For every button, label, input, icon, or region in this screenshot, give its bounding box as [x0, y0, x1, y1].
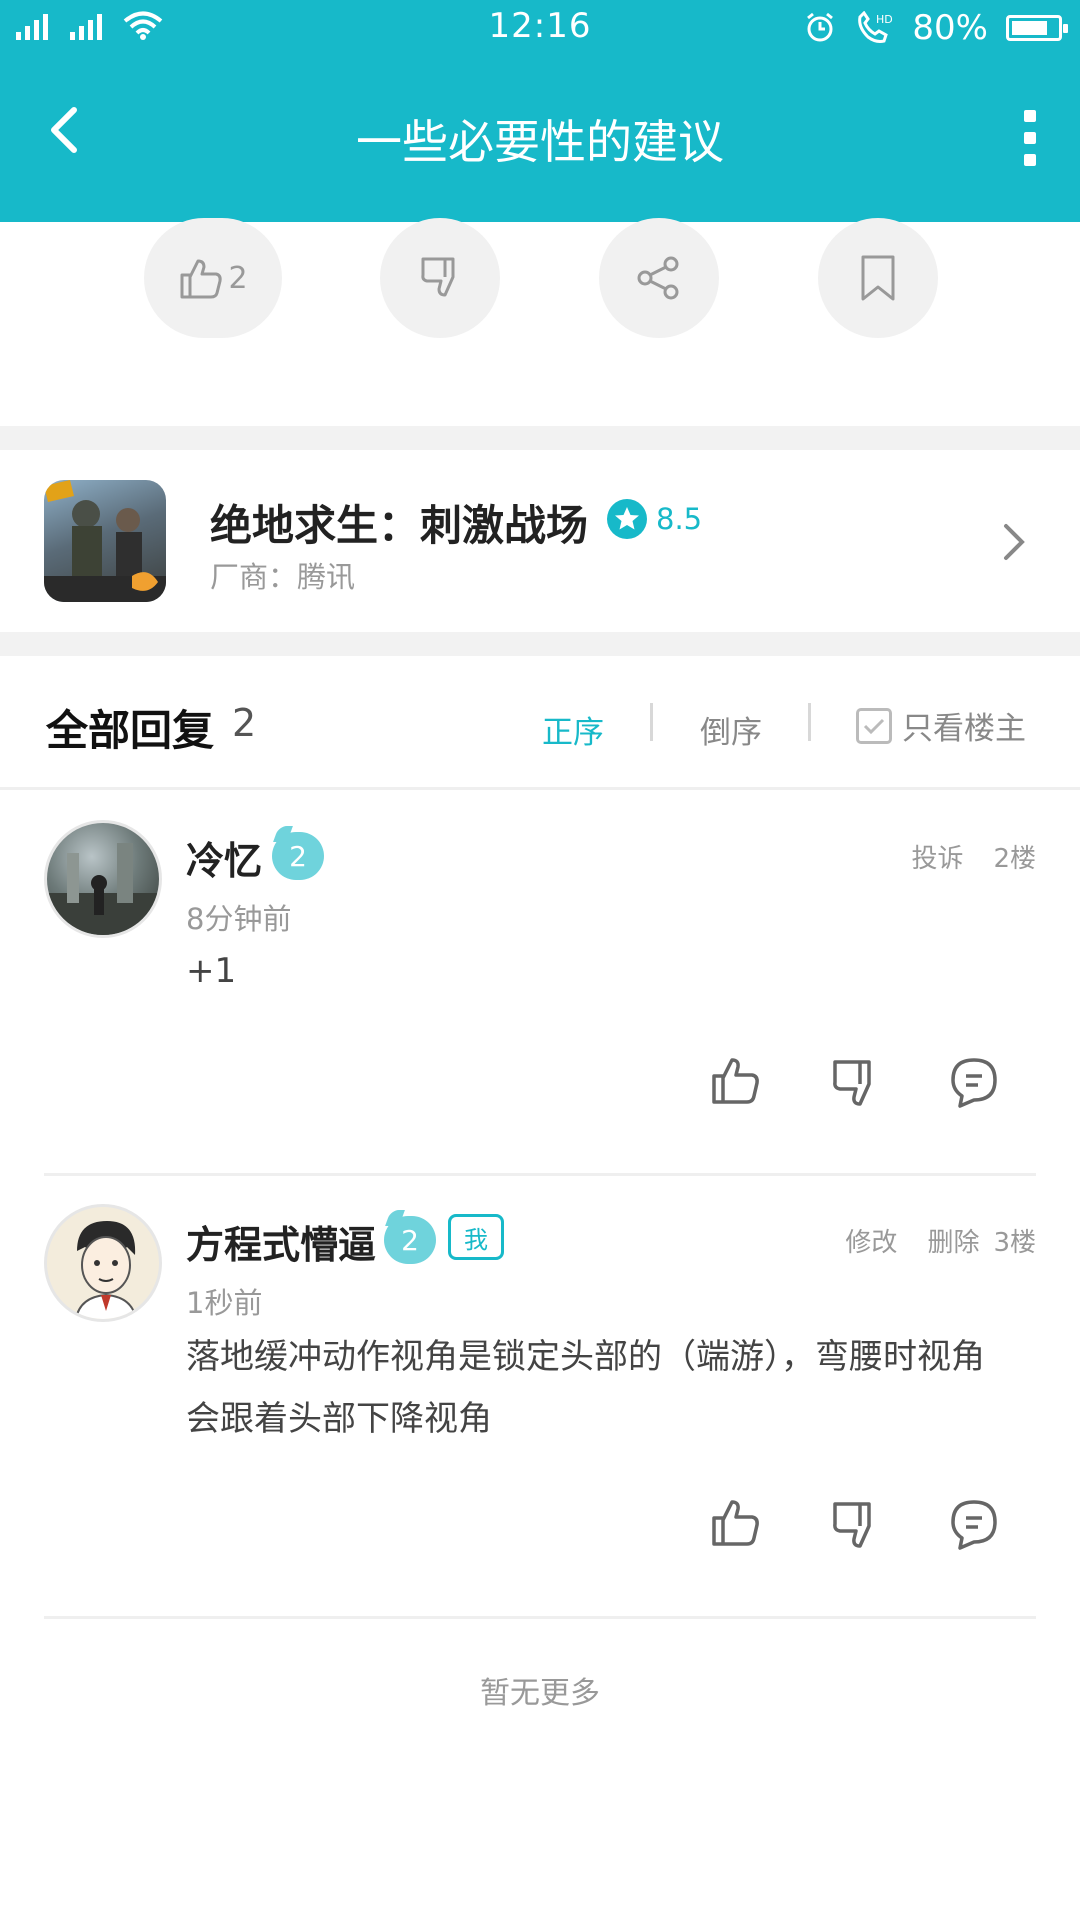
- avatar[interactable]: [44, 1204, 162, 1322]
- comment-item: 冷忆 2 投诉 2楼 8分钟前 +1: [0, 790, 1080, 1175]
- bookmark-button[interactable]: [818, 218, 938, 338]
- divider: [808, 703, 811, 741]
- title-bar: 一些必要性的建议: [0, 58, 1080, 222]
- status-right: HD 80%: [804, 8, 1068, 48]
- thumbs-up-icon: [180, 259, 223, 299]
- comment-meta: 修改 删除 3楼: [845, 1222, 1036, 1259]
- floor-number: 2楼: [993, 844, 1036, 874]
- comment-content: +1: [186, 951, 237, 991]
- comment-item: 方程式懵逼 2 我 修改 删除 3楼 1秒前 落地缓冲动作视角是锁定头部的（端游…: [0, 1176, 1080, 1616]
- only-op-toggle[interactable]: 只看楼主: [856, 703, 1026, 748]
- dislike-button[interactable]: [380, 218, 500, 338]
- no-more-text: 暂无更多: [480, 1676, 600, 1711]
- avatar[interactable]: [44, 820, 162, 938]
- comment-dislike-button[interactable]: [830, 1058, 882, 1110]
- divider: [650, 703, 653, 741]
- level-badge: 2: [384, 1216, 436, 1264]
- page-title: 一些必要性的建议: [356, 115, 724, 169]
- report-button[interactable]: 投诉: [911, 838, 963, 875]
- top-bar: 12:16 HD 80% 一些必要性的建议: [0, 0, 1080, 222]
- checkbox-icon: [856, 707, 892, 744]
- alarm-icon: [807, 12, 834, 42]
- replies-title: 全部回复: [46, 706, 215, 755]
- comment-reply-button[interactable]: [948, 1498, 1000, 1550]
- game-card[interactable]: 绝地求生：刺激战场 8.5 厂商：腾讯: [0, 450, 1080, 632]
- like-button[interactable]: 2: [144, 218, 282, 338]
- comment-dislike-button[interactable]: [830, 1500, 882, 1552]
- comment-reply-button[interactable]: [948, 1056, 1000, 1108]
- chevron-right-icon: [1004, 524, 1025, 560]
- sort-descending-tab[interactable]: 倒序: [700, 707, 762, 752]
- me-badge: 我: [448, 1214, 504, 1260]
- game-icon: [44, 480, 166, 602]
- game-name: 绝地求生：刺激战场: [210, 501, 589, 550]
- game-score: 8.5: [606, 498, 702, 540]
- sort-ascending-tab[interactable]: 正序: [542, 707, 604, 752]
- bookmark-icon: [861, 255, 895, 301]
- more-menu-button[interactable]: [1018, 110, 1042, 166]
- section-separator: [0, 632, 1080, 656]
- username[interactable]: 冷忆: [186, 830, 262, 885]
- comment-time: 8分钟前: [186, 902, 292, 936]
- like-count: 2: [228, 260, 248, 296]
- battery-fill: [1012, 21, 1047, 35]
- comment-time: 1秒前: [186, 1286, 263, 1320]
- floor-number: 3楼: [993, 1228, 1036, 1258]
- comment-content: 落地缓冲动作视角是锁定头部的（端游），弯腰时视角会跟着头部下降视角: [186, 1337, 985, 1439]
- section-separator: [0, 426, 1080, 450]
- battery-percent: 80%: [912, 8, 988, 48]
- username[interactable]: 方程式懵逼: [186, 1214, 376, 1269]
- game-vendor: 厂商：腾讯: [210, 560, 356, 594]
- star-icon: [607, 499, 647, 539]
- status-bar: 12:16 HD 80%: [0, 0, 1080, 58]
- post-actions: 2: [0, 218, 1080, 422]
- replies-count: 2: [232, 701, 257, 745]
- delete-button[interactable]: 删除: [927, 1222, 979, 1259]
- hd-call-icon: HD: [858, 11, 893, 43]
- share-button[interactable]: [599, 218, 719, 338]
- thumbs-down-icon: [421, 257, 455, 297]
- battery-icon: [1006, 15, 1068, 41]
- level-badge: 2: [272, 832, 324, 880]
- edit-button[interactable]: 修改: [845, 1222, 897, 1259]
- svg-text:HD: HD: [876, 13, 893, 26]
- comment-like-button[interactable]: [710, 1496, 762, 1548]
- comment-like-button[interactable]: [710, 1054, 762, 1106]
- comment-divider: [44, 1616, 1036, 1619]
- comment-meta: 投诉 2楼: [911, 838, 1036, 875]
- share-icon: [637, 256, 679, 300]
- replies-header: 全部回复 2 正序 倒序 只看楼主: [0, 655, 1080, 790]
